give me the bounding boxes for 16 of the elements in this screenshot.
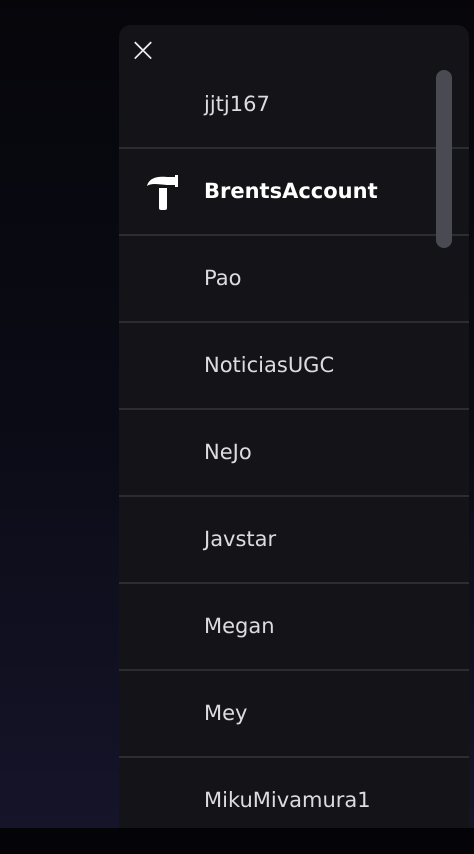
account-name: NeJo (204, 438, 252, 466)
scrollbar[interactable] (436, 70, 452, 248)
account-item[interactable]: NeJo (119, 410, 469, 497)
account-item[interactable]: Megan (119, 584, 469, 671)
account-name: Megan (204, 612, 275, 640)
account-item[interactable]: Mey (119, 671, 469, 758)
account-name: BrentsAccount (204, 178, 378, 205)
account-name: NoticiasUGC (204, 352, 334, 379)
account-name: jjtj167 (204, 90, 270, 118)
account-name: Mey (204, 700, 248, 727)
account-item[interactable]: Javstar (119, 497, 469, 584)
account-name: Javstar (204, 526, 276, 553)
hammer-icon (144, 174, 178, 210)
account-name: Pao (204, 264, 242, 292)
account-name: MikuMivamura1 (204, 786, 371, 814)
account-item[interactable]: NoticiasUGC (119, 323, 469, 410)
